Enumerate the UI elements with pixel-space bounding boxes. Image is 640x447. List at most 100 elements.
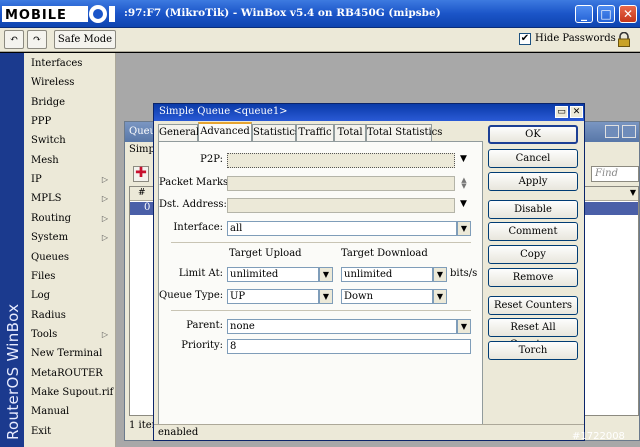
- chevron-right-icon: ▷: [101, 213, 108, 223]
- chevron-down-icon[interactable]: ▼: [457, 221, 471, 236]
- sidebar-item-ip[interactable]: IP ▷: [24, 170, 116, 189]
- sidebar-item-exit[interactable]: Exit: [24, 422, 116, 441]
- dialog-minimize-button[interactable]: ▭: [555, 106, 568, 118]
- add-icon[interactable]: ✚: [133, 166, 149, 182]
- sidebar-item-manual[interactable]: Manual: [24, 402, 116, 421]
- p2p-field[interactable]: [227, 153, 455, 168]
- window-title: :97:F7 (MikroTik) - WinBox v5.4 on RB450…: [124, 7, 441, 19]
- reset-counters-button[interactable]: Reset Counters: [488, 296, 578, 315]
- sidebar-item-bridge[interactable]: Bridge: [24, 93, 116, 112]
- hide-passwords-checkbox[interactable]: ✔: [519, 33, 531, 45]
- queue-list-close-button[interactable]: [622, 125, 636, 138]
- undo-button[interactable]: ↶: [4, 30, 24, 49]
- limit-at-download-field[interactable]: unlimited: [341, 267, 433, 282]
- copy-button[interactable]: Copy: [488, 245, 578, 264]
- reset-all-counters-button[interactable]: Reset All Counters: [488, 318, 578, 350]
- chevron-down-icon[interactable]: ▼: [319, 267, 333, 282]
- sidebar-item-make-supout-rif[interactable]: Make Supout.rif: [24, 383, 116, 402]
- safe-mode-button[interactable]: Safe Mode: [54, 30, 116, 49]
- queue-list-minimize-button[interactable]: [605, 125, 619, 138]
- chevron-down-icon[interactable]: ▼: [319, 289, 333, 304]
- remove-button[interactable]: Remove: [488, 268, 578, 287]
- brand-label: RouterOS WinBox: [4, 303, 22, 440]
- sidebar-item-system[interactable]: System ▷: [24, 228, 116, 247]
- sidebar-item-label: Files: [31, 270, 56, 282]
- close-button[interactable]: ✕: [619, 5, 637, 23]
- packet-marks-field[interactable]: [227, 176, 455, 191]
- sidebar-item-radius[interactable]: Radius: [24, 306, 116, 325]
- sidebar-item-label: Interfaces: [31, 58, 83, 69]
- parent-select[interactable]: none: [227, 319, 457, 334]
- ok-button[interactable]: OK: [488, 125, 578, 144]
- comment-button[interactable]: Comment: [488, 222, 578, 241]
- sidebar-item-label: Make Supout.rif: [31, 386, 114, 398]
- dst-address-field[interactable]: [227, 198, 455, 213]
- sidebar-item-label: MPLS: [31, 193, 62, 205]
- dialog-close-button[interactable]: ✕: [570, 106, 583, 118]
- status-text: enabled: [158, 427, 199, 438]
- tab-traffic[interactable]: Traffic: [296, 124, 334, 141]
- chevron-down-icon[interactable]: ▼: [460, 154, 467, 164]
- cancel-button[interactable]: Cancel: [488, 149, 578, 168]
- interface-label: Interface:: [173, 222, 223, 233]
- minimize-button[interactable]: _: [575, 5, 593, 23]
- queue-type-label: Queue Type:: [159, 290, 224, 301]
- limit-at-upload-field[interactable]: unlimited: [227, 267, 319, 282]
- column-header-index[interactable]: #: [138, 188, 146, 198]
- parent-label: Parent:: [186, 320, 223, 331]
- sidebar-item-switch[interactable]: Switch: [24, 131, 116, 150]
- torch-button[interactable]: Torch: [488, 341, 578, 360]
- sidebar-item-routing[interactable]: Routing ▷: [24, 209, 116, 228]
- tab-advanced[interactable]: Advanced: [198, 122, 252, 142]
- p2p-label: P2P:: [200, 154, 223, 165]
- sidebar-item-label: PPP: [31, 116, 52, 128]
- maximize-button[interactable]: □: [597, 5, 615, 23]
- sidebar-item-label: MetaROUTER: [31, 367, 103, 379]
- sidebar-item-interfaces[interactable]: Interfaces: [24, 54, 116, 73]
- sidebar-item-wireless[interactable]: Wireless: [24, 73, 116, 92]
- sidebar-item-label: Tools: [31, 328, 58, 340]
- chevron-down-icon[interactable]: ▼: [630, 188, 636, 197]
- target-download-header: Target Download: [341, 248, 428, 259]
- sidebar-item-queues[interactable]: Queues: [24, 248, 116, 267]
- mobile01-logo: MOBILE: [2, 5, 115, 23]
- sidebar-item-ppp[interactable]: PPP: [24, 112, 116, 131]
- sidebar-item-log[interactable]: Log: [24, 286, 116, 305]
- sidebar-item-files[interactable]: Files: [24, 267, 116, 286]
- sidebar-item-label: System: [31, 232, 69, 244]
- queue-type-download-select[interactable]: Down: [341, 289, 433, 304]
- dialog-title: Simple Queue <queue1>: [159, 106, 288, 117]
- sidebar-item-mesh[interactable]: Mesh: [24, 151, 116, 170]
- dialog-titlebar[interactable]: Simple Queue <queue1> ▭ ✕: [154, 104, 584, 121]
- tab-simple-queues[interactable]: Simp: [129, 144, 155, 155]
- sidebar-item-tools[interactable]: Tools ▷: [24, 325, 116, 344]
- disable-button[interactable]: Disable: [488, 200, 578, 219]
- sidebar-item-label: Mesh: [31, 154, 59, 166]
- toolbar: ↶ ↷ Safe Mode ✔ Hide Passwords: [0, 28, 640, 52]
- sidebar-item-label: Radius: [31, 309, 66, 321]
- tab-statistics[interactable]: Statistics: [252, 124, 300, 141]
- divider: [171, 310, 471, 311]
- apply-button[interactable]: Apply: [488, 172, 578, 191]
- sidebar-item-label: Log: [31, 290, 51, 302]
- interface-select[interactable]: all: [227, 221, 457, 236]
- priority-field[interactable]: 8: [227, 339, 471, 354]
- chevron-down-icon[interactable]: ▼: [460, 199, 467, 209]
- sidebar-item-label: Exit: [31, 425, 52, 437]
- packet-marks-label: Packet Marks:: [159, 177, 232, 188]
- up-down-icon[interactable]: ▲ ▼: [460, 177, 468, 190]
- chevron-down-icon[interactable]: ▼: [457, 319, 471, 334]
- tab-general[interactable]: General: [158, 124, 199, 141]
- tab-total[interactable]: Total: [334, 124, 366, 141]
- sidebar-item-metarouter[interactable]: MetaROUTER: [24, 364, 116, 383]
- svg-text:MOBILE: MOBILE: [5, 8, 67, 23]
- sidebar-item-new-terminal[interactable]: New Terminal: [24, 344, 116, 363]
- sidebar-item-label: Queues: [31, 251, 70, 263]
- chevron-down-icon[interactable]: ▼: [433, 289, 447, 304]
- sidebar-item-mpls[interactable]: MPLS ▷: [24, 189, 116, 208]
- redo-button[interactable]: ↷: [27, 30, 47, 49]
- chevron-down-icon[interactable]: ▼: [433, 267, 447, 282]
- find-input[interactable]: Find: [591, 166, 639, 182]
- tab-total-statistics[interactable]: Total Statistics: [366, 124, 442, 141]
- queue-type-upload-select[interactable]: UP: [227, 289, 319, 304]
